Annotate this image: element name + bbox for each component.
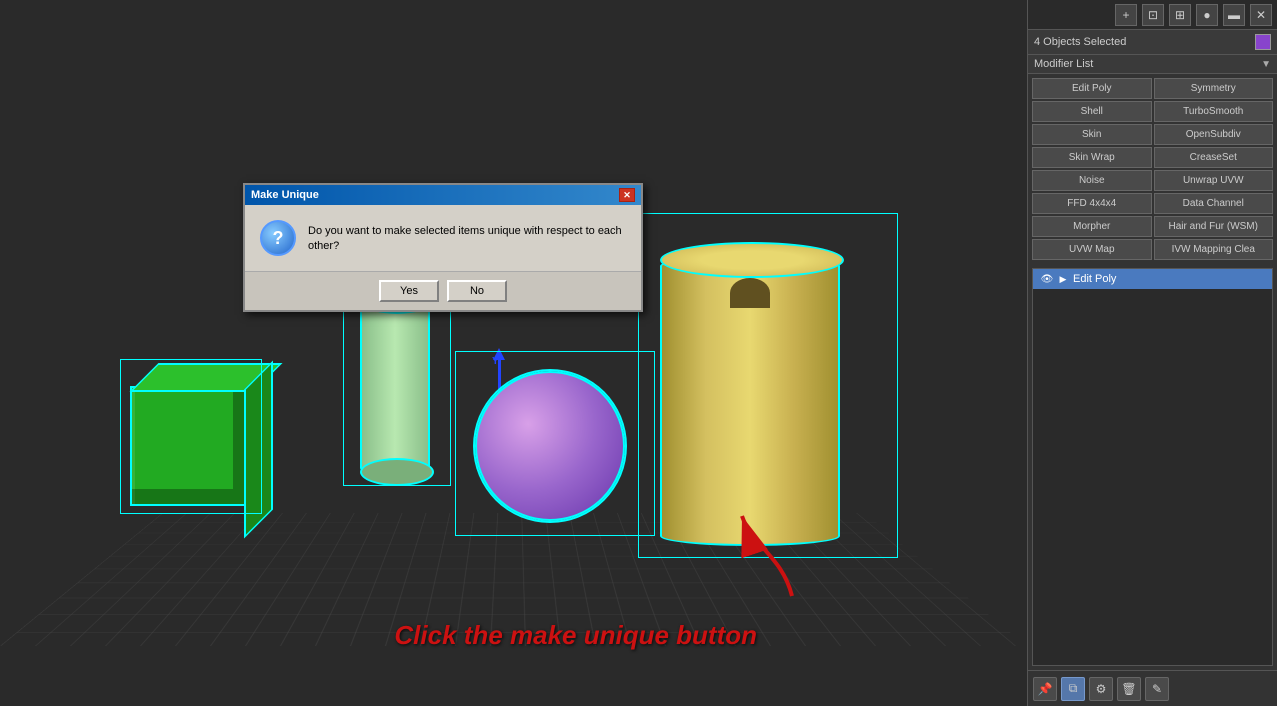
dialog-overlay: Make Unique ✕ ? Do you want to make sele… (0, 0, 1027, 706)
app-container: Y X Make Unique ✕ ? (0, 0, 1277, 706)
stack-item-label: Edit Poly (1073, 273, 1116, 285)
delete-icon[interactable]: 🗑 (1117, 677, 1141, 701)
selected-bar: 4 Objects Selected (1028, 30, 1277, 55)
modifier-list-label: Modifier List (1034, 58, 1261, 70)
toolbar-circle-icon[interactable]: ● (1196, 4, 1218, 26)
mod-btn-shell[interactable]: Shell (1032, 101, 1152, 122)
pin-icon[interactable]: 📌 (1033, 677, 1057, 701)
selected-color-swatch[interactable] (1255, 34, 1271, 50)
modifier-list-dropdown[interactable]: Modifier List ▼ (1028, 55, 1277, 74)
toolbar-pin-icon[interactable]: ✕ (1250, 4, 1272, 26)
make-unique-button[interactable]: ⧉ (1061, 677, 1085, 701)
mod-btn-skinwrap[interactable]: Skin Wrap (1032, 147, 1152, 168)
dialog-close-button[interactable]: ✕ (619, 188, 635, 202)
mod-btn-ivwmap[interactable]: IVW Mapping Clea (1154, 239, 1274, 260)
mod-btn-hairfur[interactable]: Hair and Fur (WSM) (1154, 216, 1274, 237)
no-button[interactable]: No (447, 280, 507, 302)
toolbar-stack-icon[interactable]: ⊞ (1169, 4, 1191, 26)
mod-btn-opensubdiv[interactable]: OpenSubdiv (1154, 124, 1274, 145)
mod-btn-skin[interactable]: Skin (1032, 124, 1152, 145)
modifier-stack: 👁 ▶ Edit Poly (1032, 268, 1273, 666)
yes-button[interactable]: Yes (379, 280, 439, 302)
mod-btn-morpher[interactable]: Morpher (1032, 216, 1152, 237)
dialog-titlebar: Make Unique ✕ (245, 185, 641, 205)
viewport: Y X Make Unique ✕ ? (0, 0, 1027, 706)
mod-btn-edit-poly[interactable]: Edit Poly (1032, 78, 1152, 99)
dialog-footer: Yes No (245, 271, 641, 310)
dialog-question-icon: ? (260, 220, 296, 256)
toolbar-plus-icon[interactable]: + (1115, 4, 1137, 26)
mod-btn-turbosmooth[interactable]: TurboSmooth (1154, 101, 1274, 122)
stack-eye-icon[interactable]: 👁 (1041, 273, 1053, 285)
top-toolbar: + ⊡ ⊞ ● ▬ ✕ (1028, 0, 1277, 30)
dialog-message: Do you want to make selected items uniqu… (308, 220, 626, 255)
settings-icon[interactable]: ⚙ (1089, 677, 1113, 701)
edit-icon[interactable]: ✎ (1145, 677, 1169, 701)
selected-text: 4 Objects Selected (1034, 36, 1250, 48)
mod-btn-noise[interactable]: Noise (1032, 170, 1152, 191)
stack-expand-icon[interactable]: ▶ (1058, 274, 1068, 284)
mod-btn-uvwmap[interactable]: UVW Map (1032, 239, 1152, 260)
mod-btn-symmetry[interactable]: Symmetry (1154, 78, 1274, 99)
dialog-body: ? Do you want to make selected items uni… (245, 205, 641, 271)
right-panel: + ⊡ ⊞ ● ▬ ✕ 4 Objects Selected Modifier … (1027, 0, 1277, 706)
dialog-title: Make Unique (251, 189, 319, 201)
toolbar-rect-icon[interactable]: ▬ (1223, 4, 1245, 26)
modifier-buttons-grid: Edit Poly Symmetry Shell TurboSmooth Ski… (1028, 74, 1277, 264)
mod-btn-creaseset[interactable]: CreaseSet (1154, 147, 1274, 168)
mod-btn-ffd4x4x4[interactable]: FFD 4x4x4 (1032, 193, 1152, 214)
bottom-toolbar: 📌 ⧉ ⚙ 🗑 ✎ (1028, 670, 1277, 706)
dropdown-arrow-icon: ▼ (1261, 59, 1271, 70)
mod-btn-datachannel[interactable]: Data Channel (1154, 193, 1274, 214)
stack-item-edit-poly[interactable]: 👁 ▶ Edit Poly (1033, 269, 1272, 289)
make-unique-dialog: Make Unique ✕ ? Do you want to make sele… (243, 183, 643, 312)
mod-btn-unwrapuvw[interactable]: Unwrap UVW (1154, 170, 1274, 191)
toolbar-grid-icon[interactable]: ⊡ (1142, 4, 1164, 26)
